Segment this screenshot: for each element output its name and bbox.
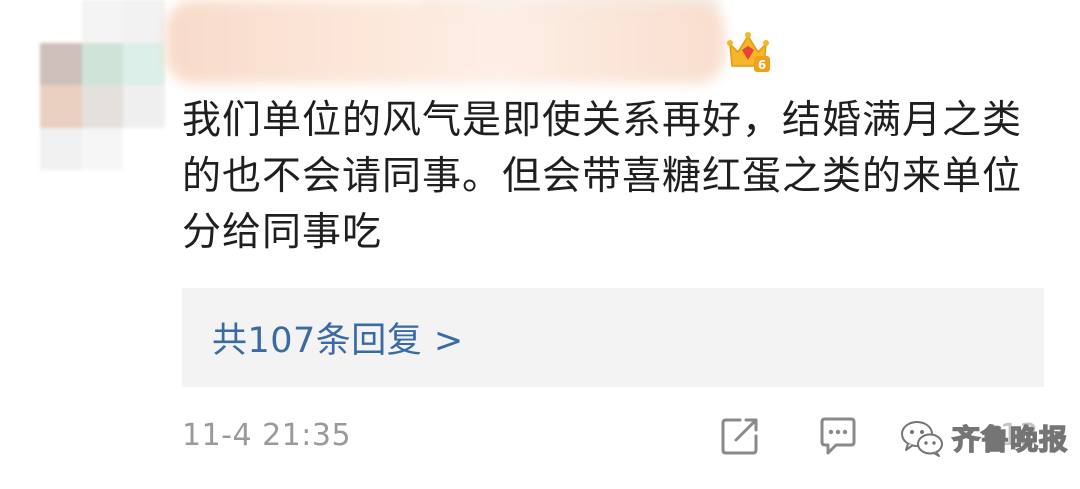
avatar[interactable] (40, 0, 165, 170)
comment-text: 我们单位的风气是即使关系再好，结婚满月之类的也不会请同事。但会带喜糖红蛋之类的来… (182, 98, 1023, 255)
crown-icon: 6 (727, 32, 770, 72)
comment-icon[interactable] (816, 414, 860, 458)
view-replies-link[interactable]: 共107条回复 > (212, 312, 464, 363)
share-icon[interactable] (718, 414, 762, 458)
badge-level: 6 (758, 58, 766, 72)
watermark: 齐鲁晚报 (898, 412, 1068, 464)
wechat-logo-icon (901, 421, 943, 457)
watermark-text: 齐鲁晚报 (951, 422, 1069, 457)
comment-timestamp: 11-4 21:35 (182, 418, 352, 453)
username[interactable] (165, 0, 725, 84)
replies-panel[interactable]: 共107条回复 > (182, 288, 1044, 387)
